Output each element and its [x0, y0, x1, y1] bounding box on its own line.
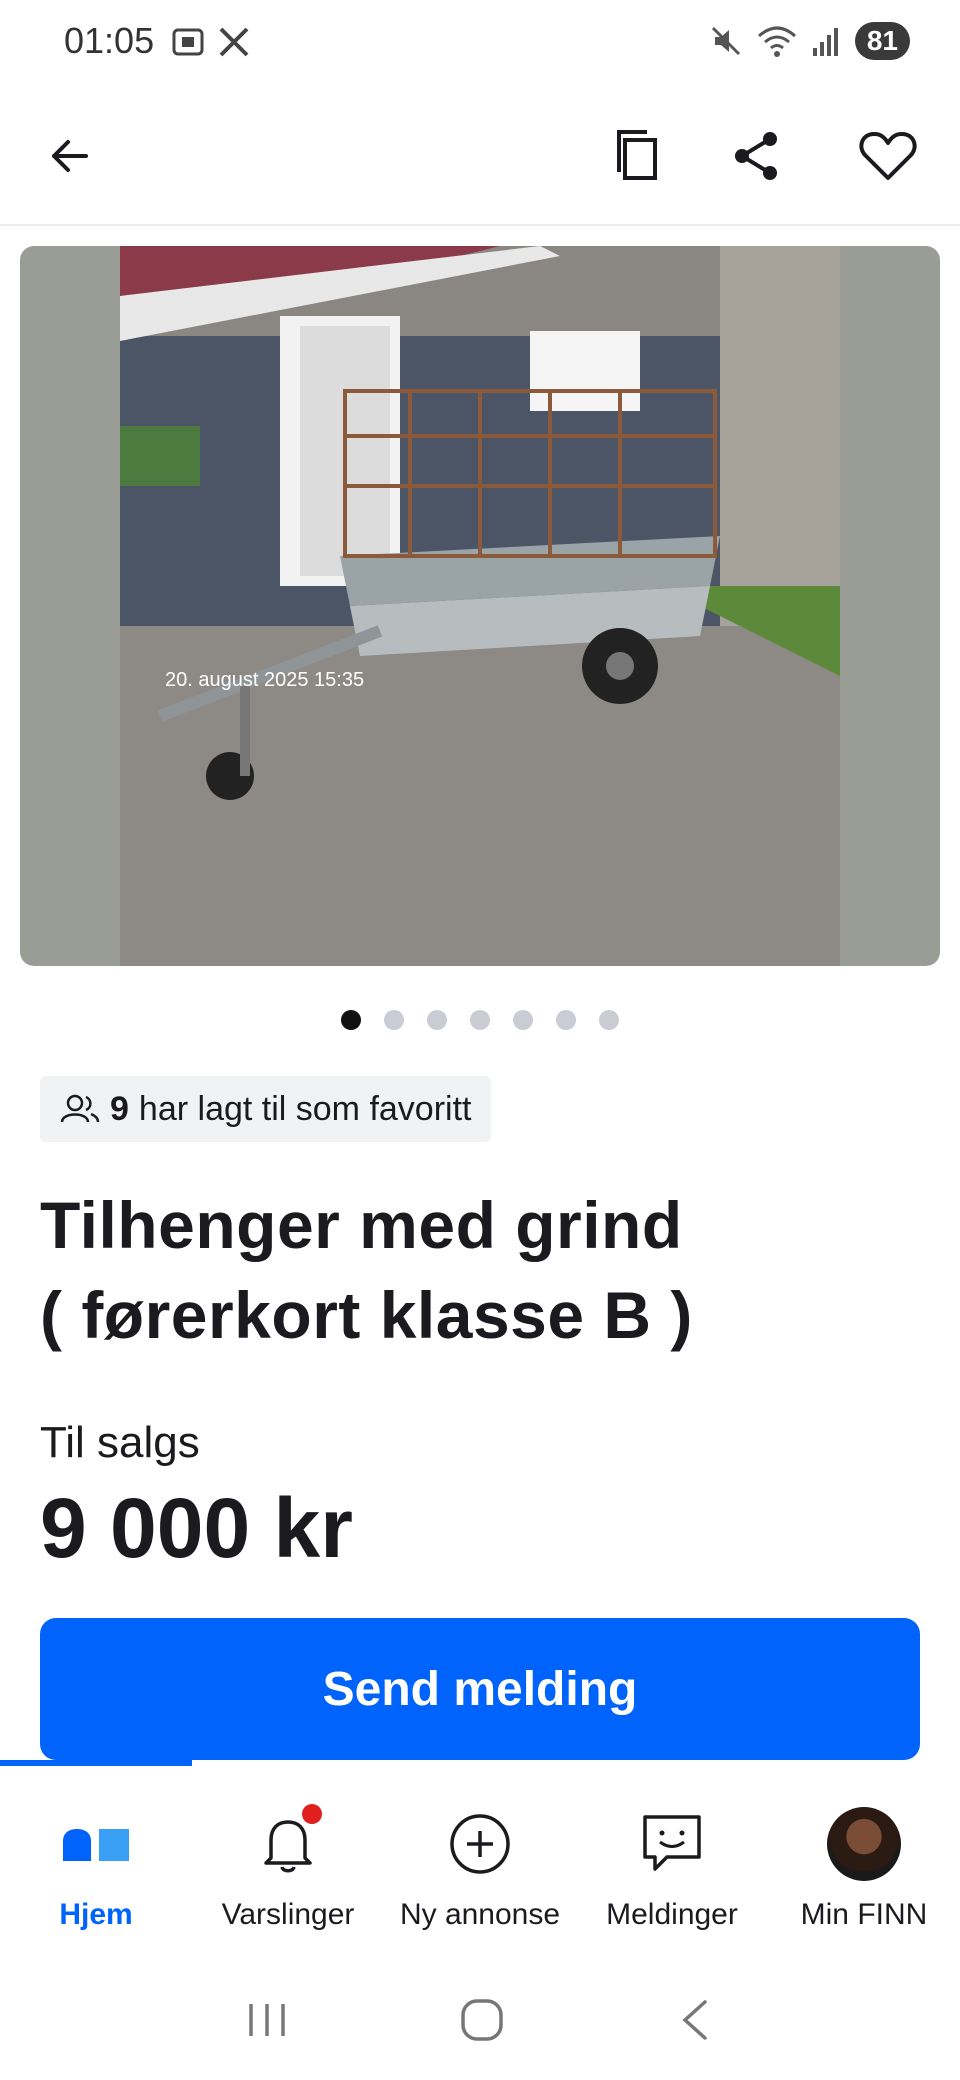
back-button[interactable]: [30, 116, 110, 196]
share-button[interactable]: [717, 116, 797, 196]
app-bar: [0, 86, 960, 226]
status-right-icons: 81: [709, 22, 910, 60]
chat-icon: [643, 1815, 701, 1871]
plus-circle-icon: [450, 1814, 510, 1874]
sale-type-label: Til salgs: [40, 1418, 200, 1467]
send-message-button[interactable]: Send melding: [40, 1618, 920, 1760]
nav-label-messages: Meldinger: [606, 1898, 738, 1931]
favorites-text: har lagt til som favoritt: [138, 1089, 472, 1128]
carousel-dot[interactable]: [427, 1010, 447, 1030]
screenshot-icon: [172, 28, 204, 56]
photo-date: 20. august 2025 15:35: [165, 669, 364, 691]
status-time: 01:05: [64, 20, 155, 61]
notification-badge: [302, 1804, 322, 1824]
status-bar: 01:05 81: [0, 0, 960, 86]
mute-icon: [711, 26, 740, 56]
favorites-count: 9: [110, 1089, 129, 1128]
favorite-button[interactable]: [848, 116, 928, 196]
nav-item-notifications[interactable]: Varslinger: [192, 1766, 384, 1956]
listing-title-line1: Tilhenger med grind: [40, 1188, 683, 1262]
carousel-dot[interactable]: [599, 1010, 619, 1030]
carousel-dot[interactable]: [556, 1010, 576, 1030]
heart-icon: [859, 132, 917, 180]
people-icon: [60, 1094, 100, 1123]
system-nav-bar: [0, 1960, 960, 2080]
listing-title-line2: ( førerkort klasse B ): [40, 1278, 693, 1352]
wifi-icon: [757, 26, 796, 57]
favorites-count-chip: 9 har lagt til som favoritt: [40, 1076, 492, 1142]
image-carousel[interactable]: 20. august 2025 15:35: [20, 246, 940, 966]
bottom-nav: Hjem Varslinger Ny annonse Meldinger Min…: [0, 1766, 960, 1956]
home-button-icon[interactable]: [458, 1996, 506, 2044]
nav-item-my-finn[interactable]: Min FINN: [768, 1766, 960, 1956]
nav-label-notifications: Varslinger: [221, 1898, 355, 1931]
avatar: [827, 1807, 901, 1881]
trailer-photo-illustration: 20. august 2025 15:35: [120, 246, 840, 966]
price: 9 000 kr: [40, 1481, 353, 1575]
carousel-dot[interactable]: [470, 1010, 490, 1030]
back-nav-icon[interactable]: [675, 1996, 715, 2044]
nav-label-home: Hjem: [59, 1898, 133, 1931]
copy-button[interactable]: [597, 116, 677, 196]
carousel-dot[interactable]: [513, 1010, 533, 1030]
share-icon: [735, 132, 777, 180]
nav-label-my-finn: Min FINN: [800, 1898, 928, 1931]
nav-item-messages[interactable]: Meldinger: [576, 1766, 768, 1956]
listing-photo[interactable]: 20. august 2025 15:35: [120, 246, 840, 966]
nav-item-new-ad[interactable]: Ny annonse: [384, 1766, 576, 1956]
x-app-icon: [219, 27, 249, 57]
recents-icon[interactable]: [245, 2000, 289, 2040]
nav-item-home[interactable]: Hjem: [0, 1766, 192, 1956]
battery-indicator: 81: [854, 22, 910, 60]
signal-icon: [812, 28, 838, 56]
carousel-dot[interactable]: [384, 1010, 404, 1030]
status-left-icons: [170, 24, 252, 60]
arrow-left-icon: [52, 140, 88, 172]
copy-icon: [617, 130, 657, 180]
carousel-dot[interactable]: [341, 1010, 361, 1030]
listing-title: Tilhenger med grind ( førerkort klasse B…: [40, 1180, 920, 1360]
nav-label-new-ad: Ny annonse: [399, 1898, 561, 1931]
carousel-pagination[interactable]: [0, 1010, 960, 1030]
home-icon: [63, 1829, 129, 1861]
